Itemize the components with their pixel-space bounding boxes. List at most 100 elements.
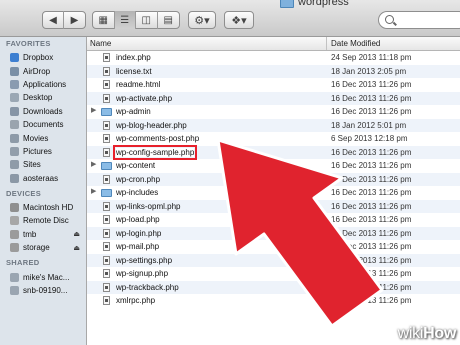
file-name: wp-load.php (116, 215, 160, 224)
file-date-modified: 16 Dec 2013 11:26 pm (331, 188, 412, 197)
file-name: wp-includes (116, 188, 159, 197)
sidebar-item-label: storage (23, 243, 50, 253)
file-name: wp-links-opml.php (116, 201, 181, 211)
disclosure-triangle-icon[interactable]: ▶ (91, 160, 96, 168)
file-row[interactable]: wp-blog-header.php 18 Jan 2012 5:01 pm (87, 118, 460, 132)
document-icon (103, 242, 110, 251)
file-name: wp-comments-post.php (116, 134, 200, 143)
sidebar-item-downloads[interactable]: Downloads (0, 105, 86, 118)
sidebar-item-label: Macintosh HD (23, 203, 74, 213)
folder-row[interactable]: ▶ wp-includes 16 Dec 2013 11:26 pm (87, 186, 460, 200)
dropbox-button[interactable]: ❖▾ (224, 11, 254, 29)
file-name: wp-trackback.php (116, 282, 179, 292)
sidebar-item-label: Movies (23, 133, 49, 143)
file-date-modified: 16 Dec 2013 11:26 pm (331, 147, 412, 157)
hard-disk-icon (10, 203, 19, 213)
chevron-left-icon[interactable]: ◀ (43, 11, 65, 29)
sidebar-item-documents[interactable]: Documents (0, 118, 86, 131)
eject-icon[interactable]: ⏏ (73, 230, 80, 238)
sidebar-item-snb-09190[interactable]: snb-09190... (0, 284, 86, 297)
file-row[interactable]: wp-trackback.php 16 Dec 2013 11:26 pm (87, 280, 460, 294)
sidebar-item-macintosh-hd[interactable]: Macintosh HD (0, 201, 86, 214)
column-header: Name Date Modified (87, 37, 460, 51)
list-view-icon[interactable]: ☰ (114, 11, 136, 29)
file-date-modified: 16 Dec 2013 11:26 pm (331, 228, 412, 238)
sidebar-item-storage[interactable]: storage ⏏ (0, 241, 86, 254)
sidebar-item-dropbox[interactable]: Dropbox (0, 51, 86, 64)
eject-icon[interactable]: ⏏ (73, 244, 80, 252)
file-name: readme.html (116, 80, 161, 89)
gear-icon: ⚙▾ (194, 14, 210, 27)
column-view-icon[interactable]: ◫ (136, 11, 158, 29)
sidebar-item-remote-disc[interactable]: Remote Disc (0, 214, 86, 227)
search-input[interactable] (378, 11, 460, 29)
file-name: wp-activate.php (116, 93, 173, 103)
sidebar-item-airdrop[interactable]: AirDrop (0, 64, 86, 77)
disclosure-triangle-icon[interactable]: ▶ (91, 187, 96, 195)
folder-row[interactable]: ▶ wp-content 16 Dec 2013 11:26 pm (87, 159, 460, 173)
document-icon (103, 201, 110, 211)
file-row[interactable]: wp-cron.php 16 Dec 2013 11:26 pm (87, 172, 460, 186)
file-name: license.txt (116, 66, 152, 76)
sidebar-item-label: aosteraas (23, 173, 59, 183)
document-icon (103, 174, 110, 184)
sidebar-item-pictures[interactable]: Pictures (0, 145, 86, 158)
file-row[interactable]: wp-settings.php 16 Dec 2013 11:26 pm (87, 253, 460, 267)
column-date-header[interactable]: Date Modified (331, 39, 380, 48)
file-date-modified: 16 Dec 2013 11:26 pm (331, 255, 412, 265)
disclosure-triangle-icon[interactable]: ▶ (91, 106, 96, 114)
file-row[interactable]: wp-activate.php 16 Dec 2013 11:26 pm (87, 91, 460, 105)
sidebar-item-applications[interactable]: Applications (0, 78, 86, 91)
file-date-modified: 24 Sep 2013 11:18 pm (331, 53, 412, 62)
sidebar-item-tmb[interactable]: tmb ⏏ (0, 228, 86, 241)
sidebar-item-sites[interactable]: Sites (0, 158, 86, 171)
file-row[interactable]: license.txt 18 Jan 2013 2:05 pm (87, 64, 460, 78)
file-row[interactable]: wp-login.php 16 Dec 2013 11:26 pm (87, 226, 460, 240)
chevron-right-icon[interactable]: ▶ (64, 11, 85, 29)
sidebar-item-aosteraas[interactable]: aosteraas (0, 172, 86, 185)
file-date-modified: 16 Dec 2013 11:26 pm (331, 201, 412, 211)
action-button[interactable]: ⚙▾ (188, 11, 216, 29)
file-row[interactable]: xmlrpc.php 16 Dec 2013 11:26 pm (87, 294, 460, 308)
file-row[interactable]: wp-load.php 16 Dec 2013 11:26 pm (87, 213, 460, 227)
window-title-label: wordpress (298, 0, 349, 8)
window-title: wordpress (280, 0, 349, 8)
file-row[interactable]: wp-mail.php 16 Dec 2013 11:26 pm (87, 240, 460, 254)
sidebar-item-label: Desktop (23, 93, 53, 103)
finder-toolbar: wordpress ◀ ▶ ▦ ☰ ◫ ▤ ⚙▾ ❖▾ (0, 0, 460, 37)
folder-icon (101, 189, 112, 197)
shared-computer-icon (10, 286, 19, 296)
coverflow-view-icon[interactable]: ▤ (158, 11, 179, 29)
document-icon (103, 93, 110, 103)
file-row[interactable]: wp-links-opml.php 16 Dec 2013 11:26 pm (87, 199, 460, 213)
file-row[interactable]: index.php 24 Sep 2013 11:18 pm (87, 51, 460, 65)
downloads-icon (10, 106, 19, 116)
column-name-header[interactable]: Name (90, 39, 111, 48)
file-row[interactable]: wp-config-sample.php 16 Dec 2013 11:26 pm (87, 144, 460, 160)
file-name: wp-settings.php (116, 255, 173, 265)
file-name: wp-signup.php (116, 269, 169, 278)
file-row[interactable]: readme.html 16 Dec 2013 11:26 pm (87, 78, 460, 92)
file-name: wp-mail.php (116, 242, 160, 251)
file-name: wp-cron.php (116, 174, 161, 184)
column-divider[interactable] (326, 37, 327, 50)
icon-view-icon[interactable]: ▦ (93, 11, 115, 29)
sidebar-item-label: AirDrop (23, 66, 51, 76)
applications-icon (10, 79, 19, 89)
sidebar-item-label: Downloads (23, 106, 63, 116)
file-row[interactable]: wp-comments-post.php 6 Sep 2013 12:18 pm (87, 132, 460, 146)
back-forward-buttons: ◀ ▶ (42, 11, 86, 29)
sidebar-item-label: tmb (23, 229, 37, 239)
file-name: wp-content (116, 161, 156, 170)
document-icon (103, 134, 110, 143)
document-icon (103, 120, 110, 130)
file-row[interactable]: wp-signup.php 16 Dec 2013 11:26 pm (87, 267, 460, 281)
file-date-modified: 18 Jan 2012 5:01 pm (331, 120, 407, 130)
sidebar-item-movies[interactable]: Movies (0, 131, 86, 144)
document-icon (103, 282, 110, 292)
sidebar-item-mike-s-mac[interactable]: mike's Mac... (0, 270, 86, 283)
folder-row[interactable]: ▶ wp-admin 16 Dec 2013 11:26 pm (87, 105, 460, 119)
external-drive-icon (10, 243, 19, 253)
sidebar-item-desktop[interactable]: Desktop (0, 91, 86, 104)
file-name: wp-login.php (116, 228, 162, 238)
